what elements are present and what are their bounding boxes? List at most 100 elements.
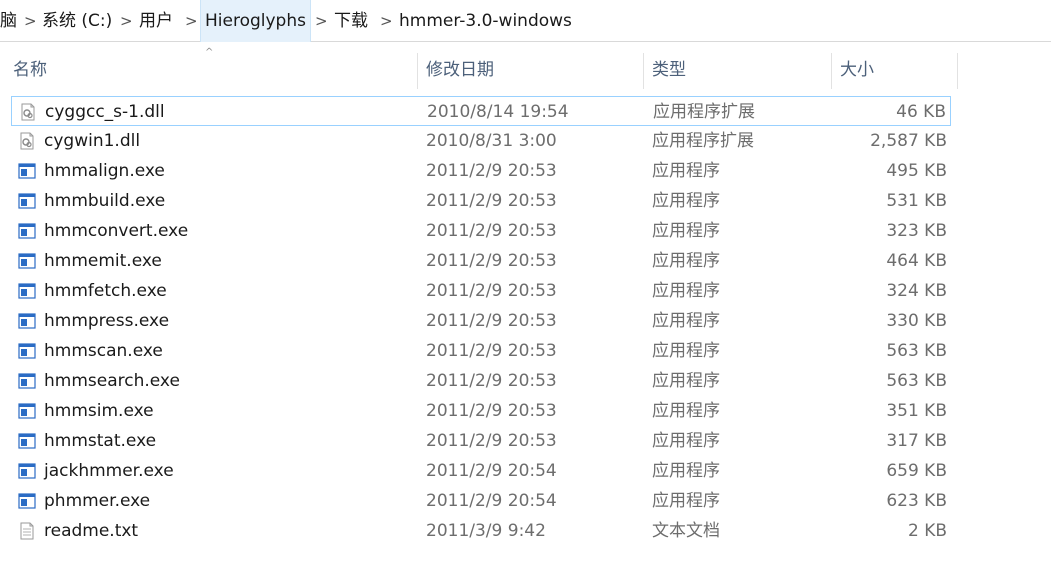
exe-file-icon [18, 162, 36, 180]
file-row[interactable]: hmmconvert.exe 2011/2/9 20:53 应用程序 323 KB [11, 216, 951, 246]
exe-file-icon [18, 492, 36, 510]
exe-file-icon [18, 372, 36, 390]
dll-file-icon [19, 103, 37, 121]
chevron-right-icon[interactable]: > [315, 0, 328, 42]
file-type: 应用程序 [652, 161, 720, 181]
file-name: hmmalign.exe [44, 161, 165, 181]
file-size: 323 KB [886, 221, 947, 241]
file-name: hmmscan.exe [44, 341, 163, 361]
file-date-modified: 2011/2/9 20:53 [426, 431, 557, 451]
text-file-icon [18, 522, 36, 540]
file-type: 应用程序 [652, 191, 720, 211]
file-name: phmmer.exe [44, 491, 151, 511]
file-type: 应用程序 [652, 461, 720, 481]
exe-file-icon [18, 462, 36, 480]
exe-file-icon [18, 432, 36, 450]
address-bar[interactable]: 脑 > 系统 (C:) > 用户 > Hieroglyphs > 下载 > hm… [0, 0, 1051, 42]
exe-file-icon [18, 192, 36, 210]
file-name: readme.txt [44, 521, 139, 541]
file-type: 应用程序 [652, 341, 720, 361]
file-date-modified: 2011/2/9 20:53 [426, 371, 557, 391]
breadcrumb-item-current-folder[interactable]: hmmer-3.0-windows [395, 0, 576, 42]
file-date-modified: 2011/2/9 20:53 [426, 251, 557, 271]
file-date-modified: 2011/2/9 20:54 [426, 491, 557, 511]
file-row[interactable]: hmmpress.exe 2011/2/9 20:53 应用程序 330 KB [11, 306, 951, 336]
file-type: 应用程序 [652, 401, 720, 421]
file-name: hmmconvert.exe [44, 221, 189, 241]
file-type: 应用程序 [652, 251, 720, 271]
file-date-modified: 2011/2/9 20:53 [426, 221, 557, 241]
file-name: cygwin1.dll [44, 131, 141, 151]
chevron-right-icon[interactable]: > [185, 0, 198, 42]
exe-file-icon [18, 282, 36, 300]
file-row[interactable]: hmmfetch.exe 2011/2/9 20:53 应用程序 324 KB [11, 276, 951, 306]
file-date-modified: 2011/2/9 20:54 [426, 461, 557, 481]
file-date-modified: 2011/3/9 9:42 [426, 521, 546, 541]
exe-file-icon [18, 402, 36, 420]
exe-file-icon [18, 342, 36, 360]
breadcrumb-item-downloads[interactable]: 下载 [330, 0, 372, 42]
file-size: 351 KB [886, 401, 947, 421]
file-name: hmmsearch.exe [44, 371, 180, 391]
chevron-right-icon[interactable]: > [24, 0, 37, 42]
file-name: jackhmmer.exe [44, 461, 174, 481]
file-date-modified: 2011/2/9 20:53 [426, 401, 557, 421]
column-header-row: 名称 修改日期 类型 大小 [0, 43, 1051, 89]
file-type: 文本文档 [652, 521, 720, 541]
file-size: 324 KB [886, 281, 947, 301]
file-row[interactable]: hmmalign.exe 2011/2/9 20:53 应用程序 495 KB [11, 156, 951, 186]
column-header-date[interactable]: 修改日期 [417, 43, 643, 89]
file-date-modified: 2010/8/14 19:54 [427, 102, 569, 122]
file-row[interactable]: hmmbuild.exe 2011/2/9 20:53 应用程序 531 KB [11, 186, 951, 216]
file-name: hmmpress.exe [44, 311, 170, 331]
file-size: 317 KB [886, 431, 947, 451]
breadcrumb-item-computer[interactable]: 脑 [0, 0, 21, 42]
file-size: 563 KB [886, 371, 947, 391]
file-size: 531 KB [886, 191, 947, 211]
file-type: 应用程序扩展 [653, 102, 755, 122]
chevron-right-icon[interactable]: > [380, 0, 393, 42]
file-size: 330 KB [886, 311, 947, 331]
file-name: hmmbuild.exe [44, 191, 166, 211]
file-name: cyggcc_s-1.dll [45, 102, 165, 122]
file-type: 应用程序 [652, 221, 720, 241]
file-type: 应用程序扩展 [652, 131, 754, 151]
file-type: 应用程序 [652, 491, 720, 511]
file-name: hmmstat.exe [44, 431, 157, 451]
column-header-size[interactable]: 大小 [831, 43, 957, 89]
column-header-type[interactable]: 类型 [643, 43, 831, 89]
file-row[interactable]: hmmstat.exe 2011/2/9 20:53 应用程序 317 KB [11, 426, 951, 456]
file-row[interactable]: hmmscan.exe 2011/2/9 20:53 应用程序 563 KB [11, 336, 951, 366]
file-size: 2 KB [907, 521, 947, 541]
file-row[interactable]: phmmer.exe 2011/2/9 20:54 应用程序 623 KB [11, 486, 951, 516]
file-size: 563 KB [886, 341, 947, 361]
file-date-modified: 2011/2/9 20:53 [426, 281, 557, 301]
file-size: 2,587 KB [870, 131, 947, 151]
exe-file-icon [18, 252, 36, 270]
breadcrumb-item-users[interactable]: 用户 [135, 0, 177, 42]
column-divider[interactable] [957, 53, 958, 89]
file-type: 应用程序 [652, 281, 720, 301]
file-size: 46 KB [896, 102, 946, 122]
file-row[interactable]: cyggcc_s-1.dll 2010/8/14 19:54 应用程序扩展 46 KB [11, 96, 951, 126]
file-type: 应用程序 [652, 311, 720, 331]
file-row[interactable]: cygwin1.dll 2010/8/31 3:00 应用程序扩展 2,587 KB [11, 126, 951, 156]
chevron-right-icon[interactable]: > [120, 0, 133, 42]
file-date-modified: 2011/2/9 20:53 [426, 191, 557, 211]
file-date-modified: 2011/2/9 20:53 [426, 341, 557, 361]
file-row[interactable]: readme.txt 2011/3/9 9:42 文本文档 2 KB [11, 516, 951, 546]
file-name: hmmsim.exe [44, 401, 154, 421]
file-date-modified: 2010/8/31 3:00 [426, 131, 557, 151]
file-type: 应用程序 [652, 371, 720, 391]
file-name: hmmfetch.exe [44, 281, 167, 301]
file-row[interactable]: hmmsearch.exe 2011/2/9 20:53 应用程序 563 KB [11, 366, 951, 396]
file-size: 495 KB [886, 161, 947, 181]
exe-file-icon [18, 222, 36, 240]
file-row[interactable]: jackhmmer.exe 2011/2/9 20:54 应用程序 659 KB [11, 456, 951, 486]
file-row[interactable]: hmmsim.exe 2011/2/9 20:53 应用程序 351 KB [11, 396, 951, 426]
breadcrumb-item-hieroglyphs[interactable]: Hieroglyphs [200, 0, 311, 42]
breadcrumb-item-system-drive[interactable]: 系统 (C:) [38, 0, 116, 42]
file-name: hmmemit.exe [44, 251, 162, 271]
file-type: 应用程序 [652, 431, 720, 451]
file-row[interactable]: hmmemit.exe 2011/2/9 20:53 应用程序 464 KB [11, 246, 951, 276]
